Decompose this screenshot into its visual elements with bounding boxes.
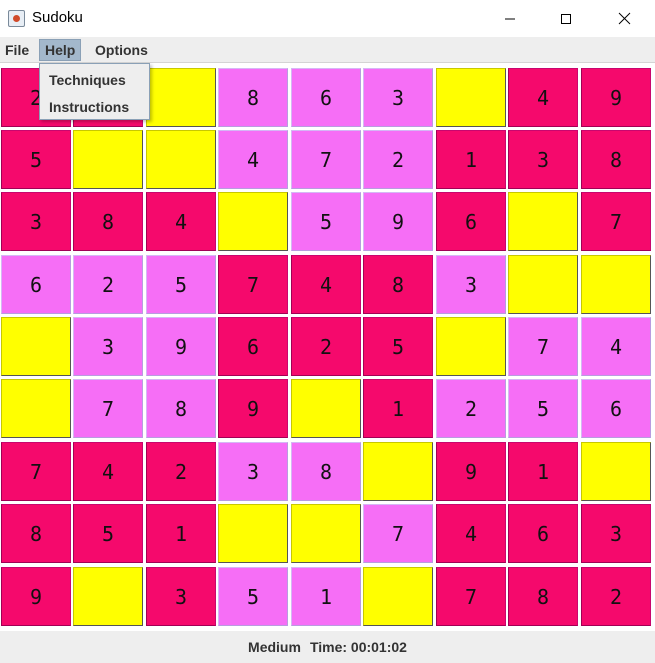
sudoku-cell[interactable] [291,379,361,438]
close-icon [618,12,630,25]
sudoku-cell[interactable]: 1 [291,567,361,626]
sudoku-cell[interactable]: 9 [1,567,71,626]
sudoku-cell[interactable]: 6 [581,379,651,438]
menu-file[interactable]: File [0,39,34,61]
sudoku-cell[interactable]: 8 [363,255,433,314]
menu-bar: File Help Options [0,37,655,63]
maximize-button[interactable] [543,0,589,37]
sudoku-cell[interactable]: 8 [218,68,288,127]
sudoku-cell[interactable]: 8 [581,130,651,189]
close-button[interactable] [601,0,647,37]
sudoku-cell[interactable]: 9 [363,192,433,251]
sudoku-cell[interactable]: 3 [581,504,651,563]
sudoku-cell[interactable]: 8 [291,442,361,501]
title-bar: Sudoku [0,0,655,37]
sudoku-cell[interactable]: 7 [581,192,651,251]
sudoku-board: 2863495472138384596762574833962574789125… [0,68,655,630]
sudoku-cell[interactable]: 7 [508,317,578,376]
sudoku-cell[interactable]: 8 [73,192,143,251]
sudoku-cell[interactable]: 3 [436,255,506,314]
sudoku-cell[interactable]: 9 [436,442,506,501]
sudoku-cell[interactable]: 7 [436,567,506,626]
sudoku-cell[interactable]: 6 [508,504,578,563]
sudoku-cell[interactable]: 1 [508,442,578,501]
sudoku-cell[interactable] [218,192,288,251]
sudoku-cell[interactable] [146,130,216,189]
sudoku-cell[interactable]: 9 [581,68,651,127]
sudoku-cell[interactable]: 3 [218,442,288,501]
sudoku-cell[interactable] [436,68,506,127]
window-title: Sudoku [32,9,83,26]
sudoku-cell[interactable]: 3 [146,567,216,626]
sudoku-cell[interactable] [581,255,651,314]
sudoku-cell[interactable]: 3 [73,317,143,376]
sudoku-cell[interactable] [291,504,361,563]
sudoku-cell[interactable]: 5 [291,192,361,251]
sudoku-cell[interactable]: 1 [363,379,433,438]
sudoku-cell[interactable]: 3 [508,130,578,189]
sudoku-cell[interactable]: 5 [363,317,433,376]
minimize-icon [505,18,515,19]
menu-item-instructions[interactable]: Instructions [49,99,129,115]
minimize-button[interactable] [487,0,533,37]
sudoku-cell[interactable]: 4 [508,68,578,127]
sudoku-cell[interactable]: 4 [291,255,361,314]
sudoku-cell[interactable]: 1 [436,130,506,189]
sudoku-cell[interactable]: 6 [436,192,506,251]
sudoku-cell[interactable]: 5 [1,130,71,189]
sudoku-cell[interactable]: 4 [581,317,651,376]
sudoku-cell[interactable] [581,442,651,501]
sudoku-cell[interactable]: 3 [1,192,71,251]
sudoku-cell[interactable]: 2 [291,317,361,376]
status-bar: Medium Time: 00:01:02 [0,631,655,663]
menu-help[interactable]: Help [39,39,82,61]
sudoku-cell[interactable] [73,567,143,626]
sudoku-cell[interactable]: 4 [218,130,288,189]
sudoku-cell[interactable]: 7 [218,255,288,314]
maximize-icon [561,13,571,24]
menu-item-techniques[interactable]: Techniques [49,72,126,88]
sudoku-cell[interactable]: 2 [436,379,506,438]
difficulty-label: Medium [248,639,301,655]
sudoku-cell[interactable] [508,192,578,251]
sudoku-cell[interactable]: 4 [146,192,216,251]
sudoku-cell[interactable]: 6 [218,317,288,376]
menu-options[interactable]: Options [90,39,153,61]
sudoku-cell[interactable]: 4 [436,504,506,563]
sudoku-cell[interactable]: 8 [508,567,578,626]
sudoku-cell[interactable] [218,504,288,563]
sudoku-cell[interactable] [363,567,433,626]
sudoku-cell[interactable]: 5 [73,504,143,563]
sudoku-cell[interactable]: 6 [291,68,361,127]
sudoku-cell[interactable]: 7 [1,442,71,501]
sudoku-cell[interactable] [363,442,433,501]
java-app-icon [8,10,25,27]
sudoku-cell[interactable]: 9 [218,379,288,438]
sudoku-cell[interactable]: 5 [146,255,216,314]
sudoku-cell[interactable] [436,317,506,376]
help-dropdown-menu: Techniques Instructions [39,63,150,120]
sudoku-cell[interactable]: 2 [73,255,143,314]
sudoku-cell[interactable] [73,130,143,189]
sudoku-cell[interactable]: 8 [146,379,216,438]
sudoku-cell[interactable]: 3 [363,68,433,127]
sudoku-cell[interactable]: 7 [73,379,143,438]
sudoku-cell[interactable]: 7 [291,130,361,189]
sudoku-cell[interactable]: 5 [508,379,578,438]
sudoku-cell[interactable]: 5 [218,567,288,626]
sudoku-cell[interactable]: 2 [581,567,651,626]
sudoku-cell[interactable]: 4 [73,442,143,501]
sudoku-cell[interactable] [1,379,71,438]
sudoku-cell[interactable]: 8 [1,504,71,563]
sudoku-cell[interactable]: 9 [146,317,216,376]
sudoku-cell[interactable] [508,255,578,314]
sudoku-cell[interactable]: 1 [146,504,216,563]
sudoku-cell[interactable]: 6 [1,255,71,314]
sudoku-cell[interactable] [146,68,216,127]
timer-label: Time: 00:01:02 [309,639,407,655]
sudoku-cell[interactable] [1,317,71,376]
sudoku-cell[interactable]: 2 [146,442,216,501]
sudoku-cell[interactable]: 7 [363,504,433,563]
sudoku-cell[interactable]: 2 [363,130,433,189]
